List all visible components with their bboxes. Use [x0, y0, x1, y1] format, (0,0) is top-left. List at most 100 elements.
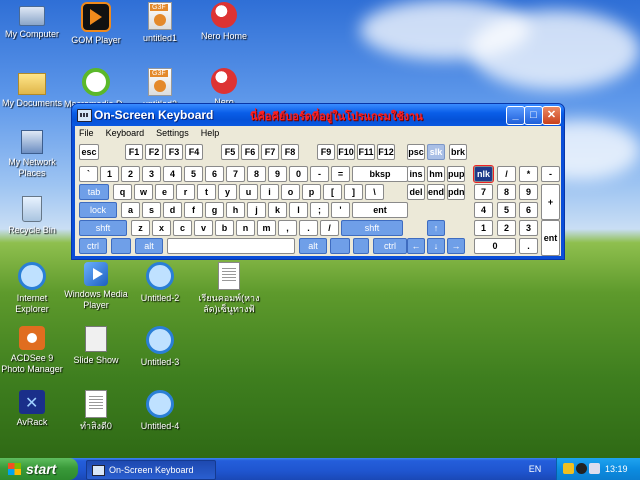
- key-q[interactable]: q: [113, 184, 132, 200]
- key-sym4[interactable]: ←: [407, 238, 425, 254]
- key-shft[interactable]: shft: [341, 220, 403, 236]
- key-lock[interactable]: lock: [79, 202, 117, 218]
- key-f8[interactable]: F8: [281, 144, 299, 160]
- key-o[interactable]: o: [281, 184, 300, 200]
- desktop-icon-avrack[interactable]: AvRack: [0, 390, 64, 428]
- key-x[interactable]: x: [152, 220, 171, 236]
- key-pup[interactable]: pup: [447, 166, 465, 182]
- key-f4[interactable]: F4: [185, 144, 203, 160]
- key-1[interactable]: 1: [474, 220, 493, 236]
- windows-key-icon[interactable]: [111, 238, 131, 254]
- key-f6[interactable]: F6: [241, 144, 259, 160]
- key-f[interactable]: f: [184, 202, 203, 218]
- key-l[interactable]: l: [289, 202, 308, 218]
- desktop-icon-my-documents[interactable]: My Documents: [0, 68, 64, 109]
- key-sym20[interactable]: +: [541, 184, 560, 220]
- language-indicator[interactable]: EN: [522, 458, 548, 480]
- key-c[interactable]: c: [173, 220, 192, 236]
- key-9[interactable]: 9: [268, 166, 287, 182]
- key-2[interactable]: 2: [497, 220, 516, 236]
- key-f10[interactable]: F10: [337, 144, 355, 160]
- key-pdn[interactable]: pdn: [447, 184, 465, 200]
- key-7[interactable]: 7: [474, 184, 493, 200]
- key-9[interactable]: 9: [519, 184, 538, 200]
- key-sym5[interactable]: ↓: [427, 238, 445, 254]
- desktop-icon-gom-player[interactable]: GOM Player: [64, 2, 128, 46]
- key-ins[interactable]: ins: [407, 166, 425, 182]
- key-2[interactable]: 2: [121, 166, 140, 182]
- key-ent[interactable]: ent: [352, 202, 408, 218]
- key-alt[interactable]: alt: [135, 238, 163, 254]
- key-nlk[interactable]: nlk: [473, 165, 494, 183]
- key-8[interactable]: 8: [247, 166, 266, 182]
- key-y[interactable]: y: [218, 184, 237, 200]
- key-a[interactable]: a: [121, 202, 140, 218]
- key-f1[interactable]: F1: [125, 144, 143, 160]
- key-sym19[interactable]: *: [519, 166, 538, 182]
- key-r[interactable]: r: [176, 184, 195, 200]
- key-w[interactable]: w: [134, 184, 153, 200]
- key-tab[interactable]: tab: [79, 184, 109, 200]
- key-f9[interactable]: F9: [317, 144, 335, 160]
- key-sym12[interactable]: =: [331, 166, 350, 182]
- desktop-icon-recycle-bin[interactable]: Recycle Bin: [0, 196, 64, 236]
- key-brk[interactable]: brk: [449, 144, 467, 160]
- key-hm[interactable]: hm: [427, 166, 445, 182]
- key-5[interactable]: 5: [184, 166, 203, 182]
- key-ent[interactable]: ent: [541, 220, 560, 256]
- desktop-icon-untitled-3[interactable]: Untitled-3: [128, 326, 192, 368]
- key-ctrl[interactable]: ctrl: [373, 238, 407, 254]
- key-3[interactable]: 3: [519, 220, 538, 236]
- key-sym10[interactable]: ;: [310, 202, 329, 218]
- key-3[interactable]: 3: [142, 166, 161, 182]
- desktop-icon-nero-home[interactable]: Nero Home: [192, 2, 256, 42]
- desktop-icon-untitled1[interactable]: untitled1: [128, 2, 192, 44]
- key-g[interactable]: g: [205, 202, 224, 218]
- key-0[interactable]: 0: [289, 166, 308, 182]
- key-sym6[interactable]: →: [447, 238, 465, 254]
- key-slk[interactable]: slk: [427, 144, 445, 160]
- key-sym0[interactable]: `: [79, 166, 98, 182]
- key-sym10[interactable]: /: [320, 220, 339, 236]
- desktop-icon-my-network-places[interactable]: My Network Places: [0, 130, 64, 179]
- key-4[interactable]: 4: [163, 166, 182, 182]
- key-sym8[interactable]: ,: [278, 220, 297, 236]
- taskbar-button-on-screen-keyboard[interactable]: On-Screen Keyboard: [86, 460, 216, 480]
- key-e[interactable]: e: [155, 184, 174, 200]
- key-8[interactable]: 8: [497, 184, 516, 200]
- key-7[interactable]: 7: [226, 166, 245, 182]
- key-m[interactable]: m: [257, 220, 276, 236]
- key-sym8[interactable]: .: [519, 238, 538, 254]
- key-f3[interactable]: F3: [165, 144, 183, 160]
- key-d[interactable]: d: [163, 202, 182, 218]
- menu-keyboard[interactable]: Keyboard: [102, 126, 150, 138]
- tray-app-icon[interactable]: [563, 463, 574, 474]
- key-sym11[interactable]: ': [331, 202, 350, 218]
- key-end[interactable]: end: [427, 184, 445, 200]
- key-n[interactable]: n: [236, 220, 255, 236]
- desktop-icon-untitled-2[interactable]: Untitled-2: [128, 262, 192, 304]
- key-sym9[interactable]: .: [299, 220, 318, 236]
- key-sym13[interactable]: \: [365, 184, 384, 200]
- key-6[interactable]: 6: [205, 166, 224, 182]
- key-bksp[interactable]: bksp: [352, 166, 408, 182]
- key-alt[interactable]: alt: [299, 238, 327, 254]
- key-5[interactable]: 5: [497, 202, 516, 218]
- key-b[interactable]: b: [215, 220, 234, 236]
- desktop-icon-acdsee[interactable]: ACDSee 9 Photo Manager: [0, 326, 64, 375]
- menu-key-icon[interactable]: [353, 238, 369, 254]
- key-i[interactable]: i: [260, 184, 279, 200]
- menu-help[interactable]: Help: [197, 126, 225, 138]
- key-shft[interactable]: shft: [79, 220, 127, 236]
- desktop-icon-internet-explorer[interactable]: Internet Explorer: [0, 262, 64, 315]
- close-button[interactable]: ✕: [542, 106, 561, 125]
- key-j[interactable]: j: [247, 202, 266, 218]
- key-4[interactable]: 4: [474, 202, 493, 218]
- key-p[interactable]: p: [302, 184, 321, 200]
- desktop-icon-nero[interactable]: Nero: [192, 68, 256, 108]
- key-6[interactable]: 6: [519, 202, 538, 218]
- key-sym12[interactable]: ]: [344, 184, 363, 200]
- key-z[interactable]: z: [131, 220, 150, 236]
- title-bar[interactable]: On-Screen Keyboard นี่คือคีย์บอร์ดที่อยู…: [72, 104, 564, 126]
- key-f7[interactable]: F7: [261, 144, 279, 160]
